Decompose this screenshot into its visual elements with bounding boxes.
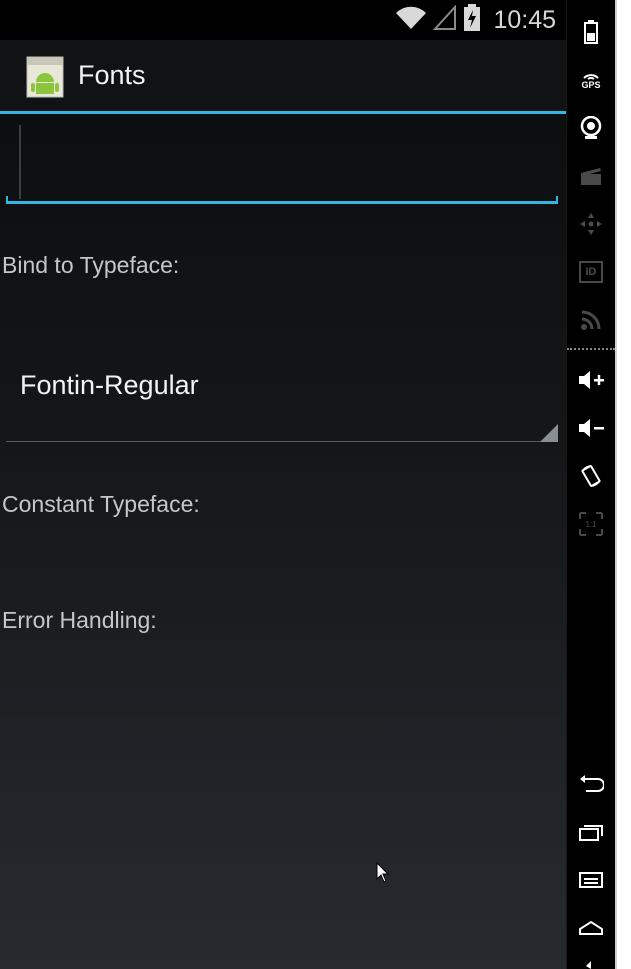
bind-to-typeface-label: Bind to Typeface: bbox=[2, 252, 180, 278]
menu-icon[interactable] bbox=[567, 860, 615, 900]
window-right-edge bbox=[615, 0, 631, 969]
window-edge-line bbox=[615, 0, 617, 969]
dpad-icon[interactable] bbox=[567, 204, 615, 244]
text-input[interactable] bbox=[6, 120, 558, 204]
error-handling-label: Error Handling: bbox=[2, 607, 157, 633]
battery-charging-icon bbox=[463, 3, 481, 37]
rotate-icon[interactable] bbox=[567, 456, 615, 496]
status-clock: 10:45 bbox=[493, 5, 556, 34]
spinner-selected-value: Fontin-Regular bbox=[20, 370, 199, 400]
emulator-window: 10:45 Fonts Bind to Typeface: Fontin-Reg… bbox=[0, 0, 631, 969]
gps-icon[interactable]: GPS bbox=[567, 60, 615, 100]
video-icon[interactable] bbox=[567, 156, 615, 196]
home-icon[interactable] bbox=[567, 908, 615, 948]
id-label: ID bbox=[579, 261, 603, 283]
scale-icon[interactable]: 1:1 bbox=[567, 504, 615, 544]
id-icon[interactable]: ID bbox=[567, 252, 615, 292]
camera-icon[interactable] bbox=[567, 108, 615, 148]
text-input-underline-left bbox=[6, 196, 8, 204]
status-icons: 10:45 bbox=[395, 3, 556, 37]
phone-screen: 10:45 Fonts Bind to Typeface: Fontin-Reg… bbox=[0, 0, 566, 969]
emulator-sidebar: GPS ID 1:1 bbox=[567, 0, 615, 969]
signal-icon bbox=[433, 3, 457, 36]
typeface-spinner[interactable]: Fontin-Regular bbox=[6, 340, 558, 444]
scale-label: 1:1 bbox=[585, 520, 597, 529]
gps-label: GPS bbox=[581, 80, 601, 90]
constant-typeface-label: Constant Typeface: bbox=[2, 491, 200, 517]
spinner-underline bbox=[6, 441, 558, 442]
battery-icon[interactable] bbox=[567, 12, 615, 52]
rss-icon[interactable] bbox=[567, 300, 615, 340]
mouse-pointer-icon bbox=[376, 861, 390, 889]
android-app-icon[interactable] bbox=[26, 56, 64, 98]
text-input-underline-right bbox=[556, 196, 558, 204]
spinner-dropdown-icon bbox=[540, 424, 558, 442]
action-bar-divider bbox=[0, 111, 566, 114]
wifi-icon bbox=[395, 5, 427, 36]
volume-down-icon[interactable] bbox=[567, 408, 615, 448]
text-input-underline bbox=[6, 201, 558, 204]
status-bar: 10:45 bbox=[0, 0, 566, 40]
volume-up-icon[interactable] bbox=[567, 360, 615, 400]
back-icon[interactable] bbox=[567, 764, 615, 804]
app-title: Fonts bbox=[78, 60, 146, 90]
sidebar-separator bbox=[567, 348, 615, 350]
sound-icon[interactable] bbox=[567, 952, 615, 969]
text-cursor bbox=[19, 125, 21, 199]
recent-apps-icon[interactable] bbox=[567, 812, 615, 852]
